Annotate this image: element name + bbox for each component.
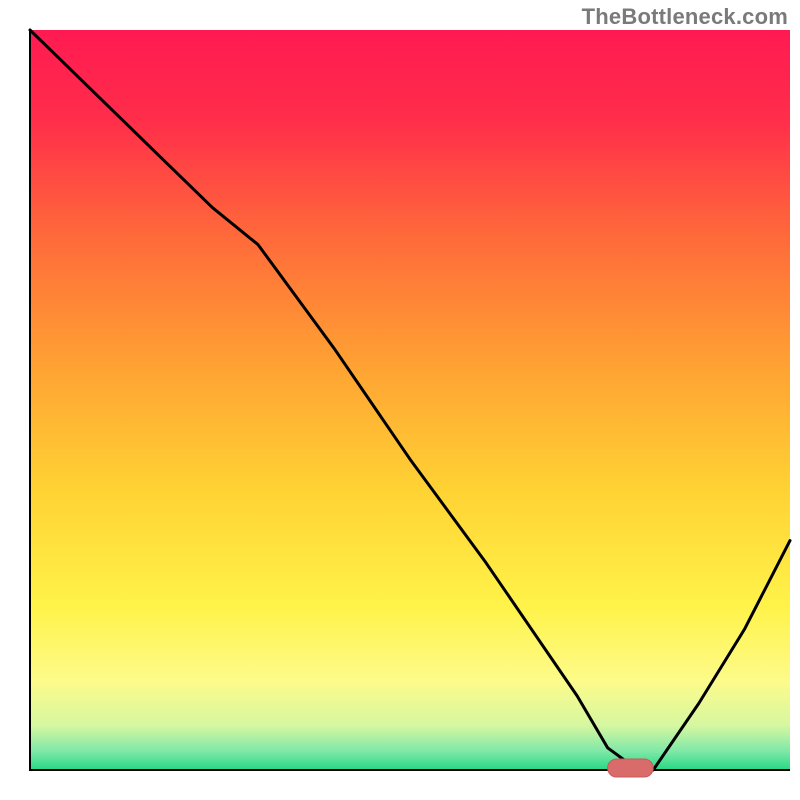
chart-container: TheBottleneck.com xyxy=(0,0,800,800)
chart-svg xyxy=(0,0,800,800)
optimal-range-marker xyxy=(608,759,654,777)
watermark-text: TheBottleneck.com xyxy=(582,4,788,30)
